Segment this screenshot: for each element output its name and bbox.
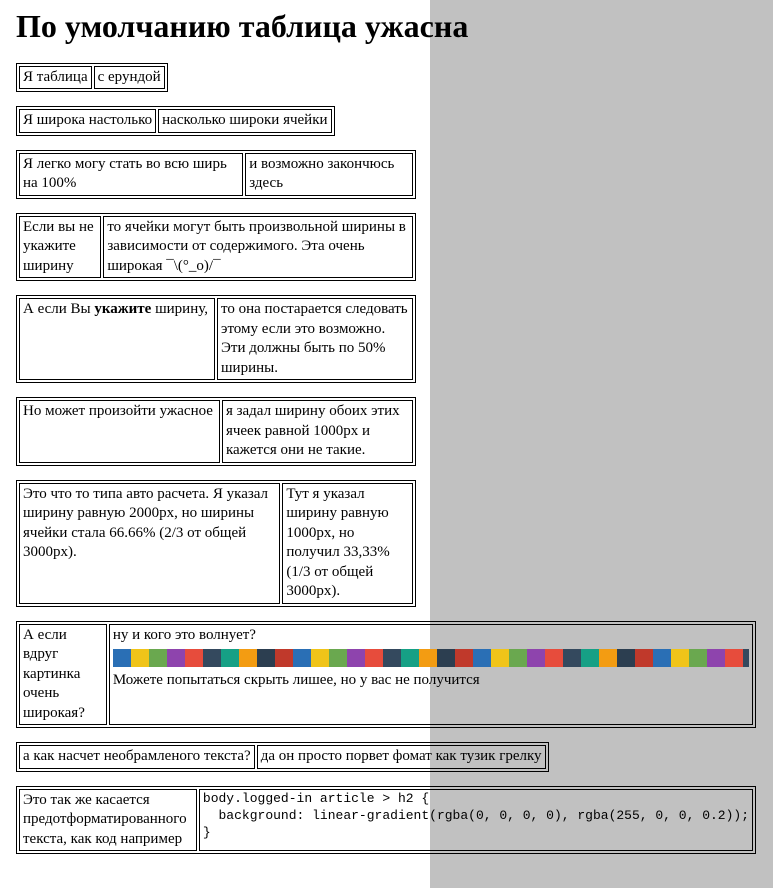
- table-cell: Я таблица: [19, 66, 92, 90]
- table-cell: да он просто порвет фомат как тузик грел…: [257, 745, 546, 769]
- table-9: а как насчет необрамленого текста? да он…: [16, 742, 549, 772]
- table-cell: А если Вы укажите ширину,: [19, 298, 215, 380]
- table-cell: Но может произойти ужасное: [19, 400, 220, 463]
- table-1: Я таблица с ерундой: [16, 63, 168, 93]
- table-4: Если вы не укажите ширину то ячейки могу…: [16, 213, 416, 282]
- wide-image-strip: [113, 649, 749, 667]
- table-cell: ну и кого это волнует? Можете попытаться…: [109, 624, 753, 726]
- page-title: По умолчанию таблица ужасна: [16, 0, 757, 45]
- table-7: Это что то типа авто расчета. Я указал ш…: [16, 480, 416, 607]
- table-10: Это так же касается предотформатированно…: [16, 786, 756, 855]
- bold-text: укажите: [94, 301, 151, 317]
- table-5: А если Вы укажите ширину, то она постара…: [16, 295, 416, 383]
- table-3: Я легко могу стать во всю ширь на 100% и…: [16, 150, 416, 199]
- table-cell: насколько широки ячейки: [158, 109, 331, 133]
- table-cell: то она постарается следовать этому если …: [217, 298, 413, 380]
- table-cell: и возможно закончюсь здесь: [245, 153, 413, 196]
- table-2: Я широка настолько насколько широки ячей…: [16, 106, 335, 136]
- text: Можете попытаться скрыть лишее, но у вас…: [113, 671, 749, 691]
- table-cell: Тут я указал ширину равную 1000px, но по…: [282, 483, 413, 604]
- table-cell: Я широка настолько: [19, 109, 156, 133]
- table-cell: Это так же касается предотформатированно…: [19, 789, 197, 852]
- table-cell: А если вдруг картинка очень широкая?: [19, 624, 107, 726]
- table-8: А если вдруг картинка очень широкая? ну …: [16, 621, 756, 729]
- table-cell: body.logged-in article > h2 { background…: [199, 789, 753, 852]
- text: А если Вы: [23, 301, 94, 317]
- table-cell: Если вы не укажите ширину: [19, 216, 101, 279]
- table-6: Но может произойти ужасное я задал ширин…: [16, 397, 416, 466]
- table-cell: Я легко могу стать во всю ширь на 100%: [19, 153, 243, 196]
- code-block: body.logged-in article > h2 { background…: [203, 791, 749, 842]
- table-cell: с ерундой: [94, 66, 165, 90]
- table-cell: Это что то типа авто расчета. Я указал ш…: [19, 483, 280, 604]
- text: ну и кого это волнует?: [113, 626, 749, 646]
- table-cell: а как насчет необрамленого текста?: [19, 745, 255, 769]
- table-cell: то ячейки могут быть произвольной ширины…: [103, 216, 413, 279]
- table-cell: я задал ширину обоих этих ячеек равной 1…: [222, 400, 413, 463]
- text: ширину,: [151, 301, 208, 317]
